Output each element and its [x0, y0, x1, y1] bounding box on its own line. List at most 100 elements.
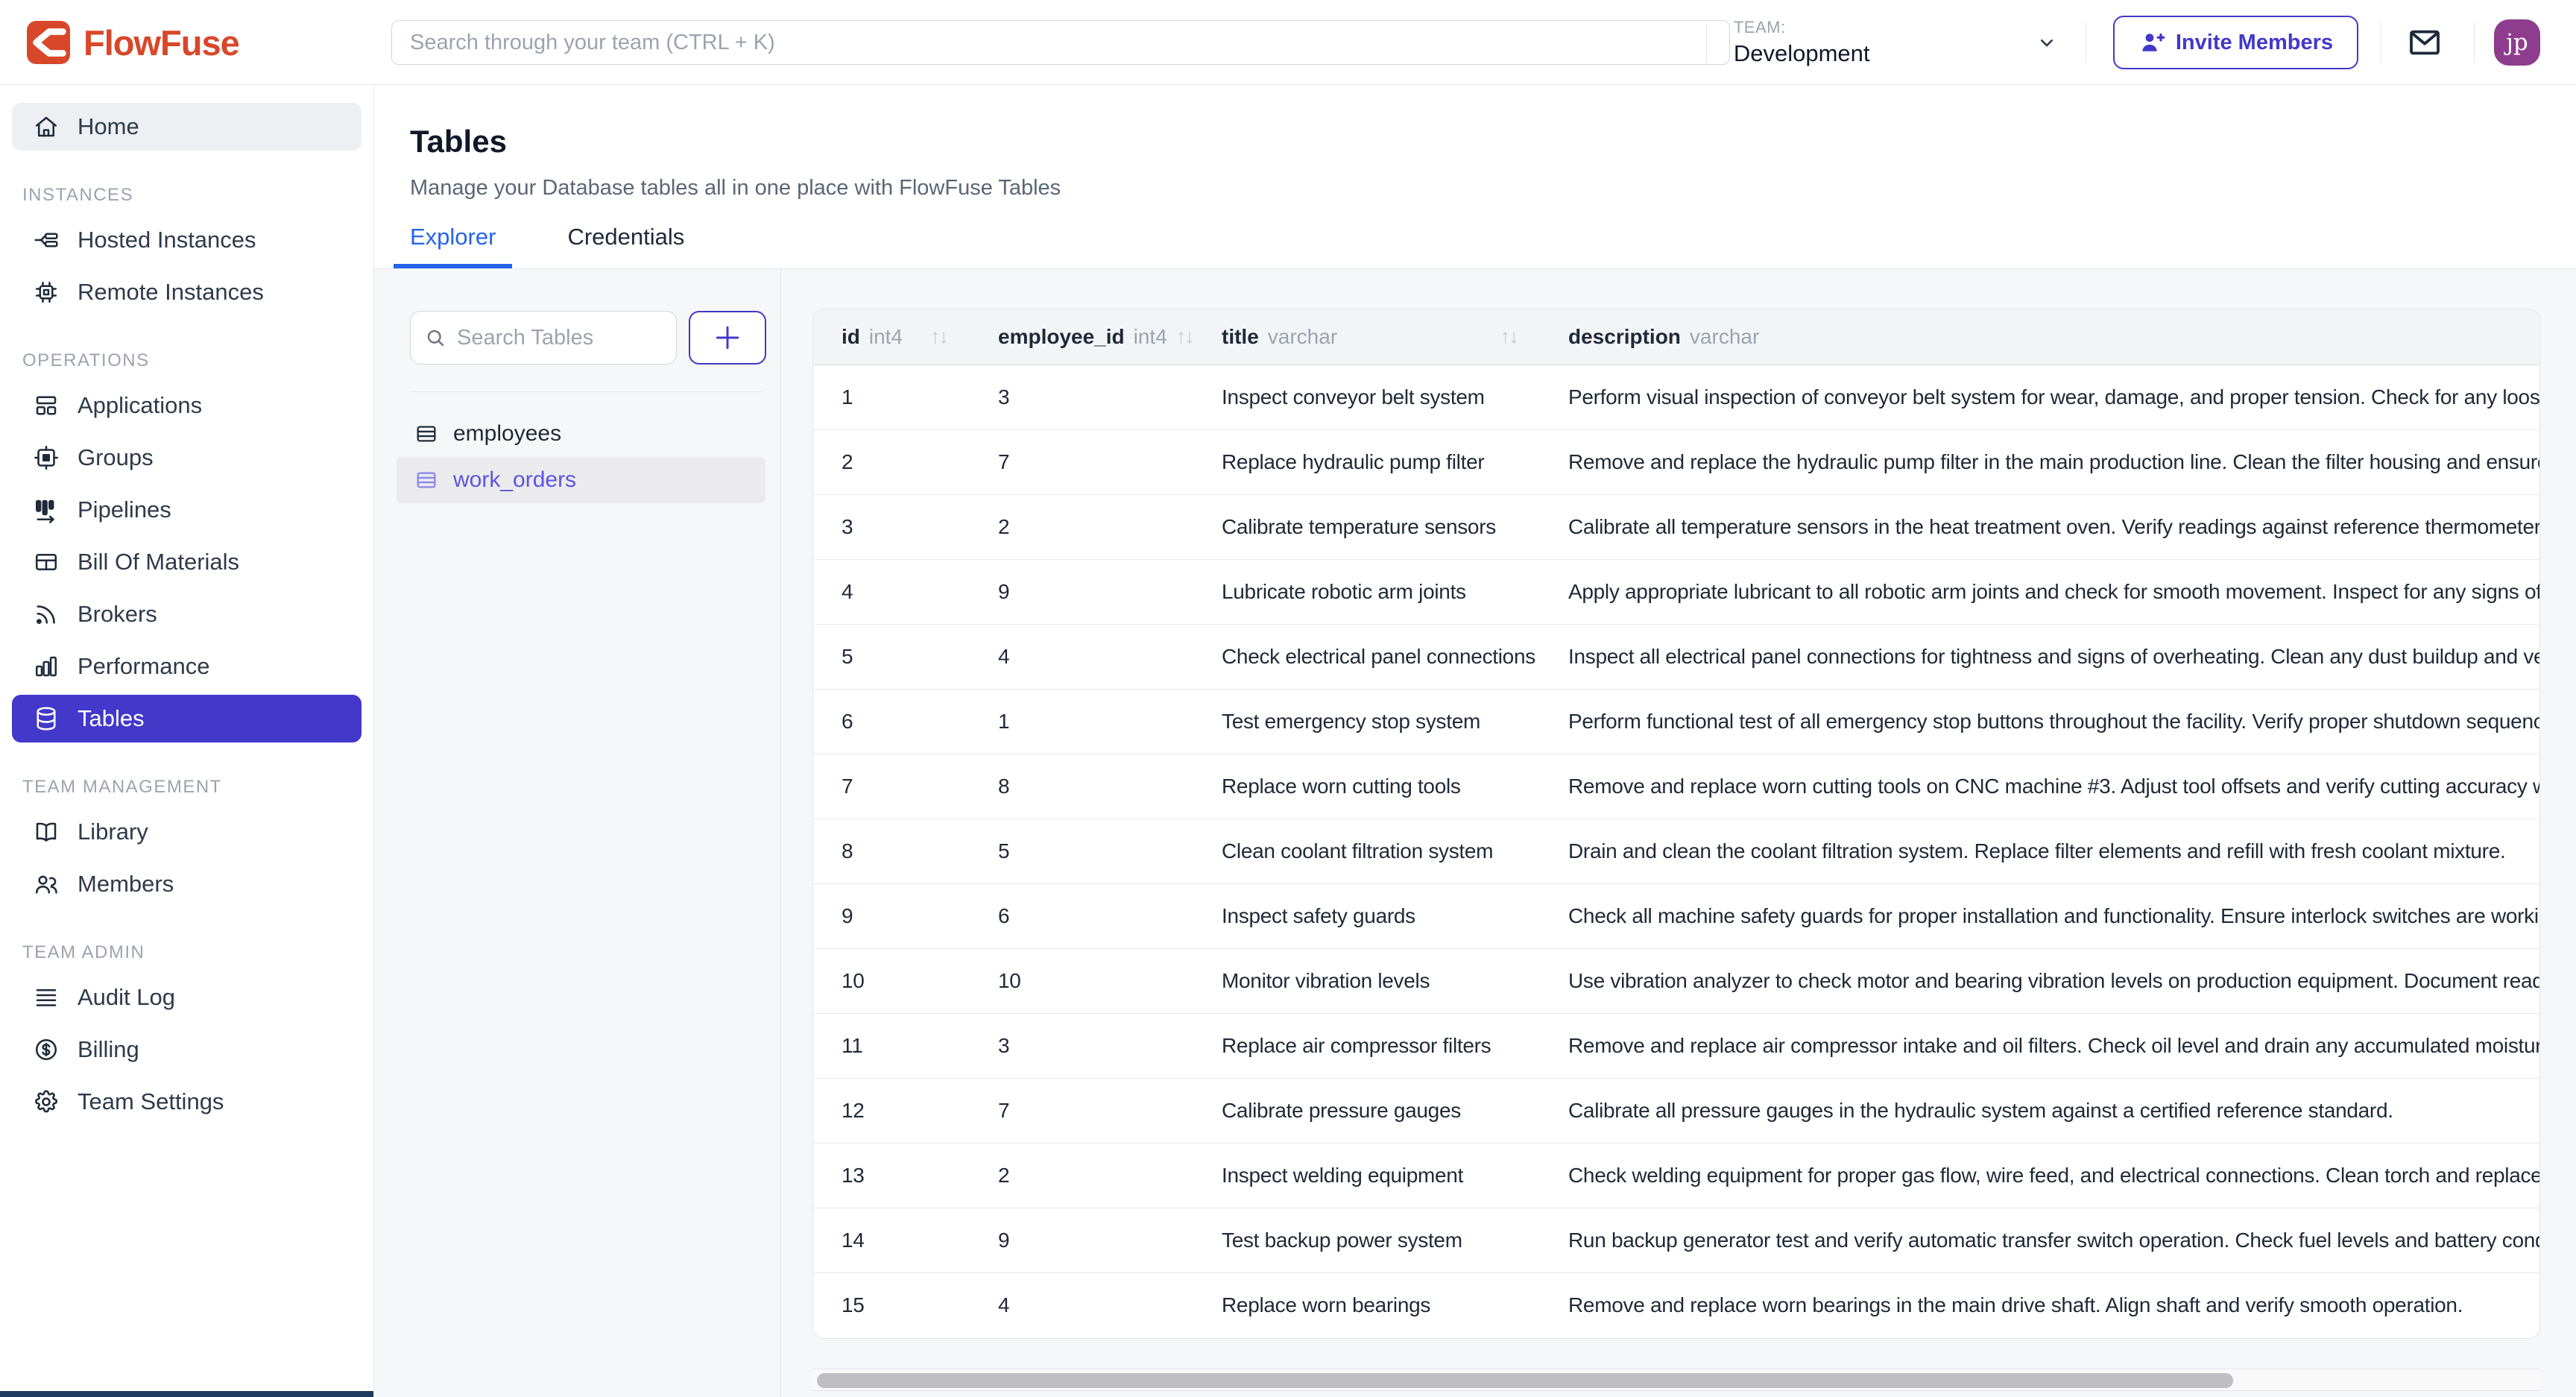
column-header-title[interactable]: titlevarchar↑↓ — [1193, 309, 1540, 365]
table-row[interactable]: 54Check electrical panel connectionsInsp… — [813, 624, 2540, 689]
data-table: idint4↑↓employee_idint4↑↓titlevarchar↑↓d… — [813, 309, 2540, 1337]
cell-employee-id: 2 — [970, 1143, 1193, 1208]
sidebar-item-brokers[interactable]: Brokers — [12, 590, 362, 638]
flowfuse-logo-text: FlowFuse — [83, 22, 239, 63]
sidebar-item-billing[interactable]: Billing — [12, 1026, 362, 1073]
mail-icon[interactable] — [2407, 25, 2443, 60]
table-row[interactable]: 61Test emergency stop systemPerform func… — [813, 689, 2540, 754]
cell-employee-id: 2 — [970, 494, 1193, 559]
table-list-item-employees[interactable]: employees — [397, 411, 765, 457]
performance-icon — [33, 653, 60, 680]
cell-employee-id: 9 — [970, 1208, 1193, 1273]
cell-id: 6 — [813, 689, 970, 754]
sidebar-item-hosted-instances[interactable]: Hosted Instances — [12, 216, 362, 264]
table-row[interactable]: 127Calibrate pressure gaugesCalibrate al… — [813, 1078, 2540, 1143]
cell-employee-id: 4 — [970, 624, 1193, 689]
sidebar-item-applications[interactable]: Applications — [12, 382, 362, 429]
sort-icon[interactable]: ↑↓ — [1500, 325, 1518, 348]
table-list-item-work-orders[interactable]: work_orders — [397, 457, 765, 503]
table-row[interactable]: 78Replace worn cutting toolsRemove and r… — [813, 754, 2540, 819]
page-title: Tables — [410, 124, 507, 160]
column-name: title — [1222, 325, 1259, 349]
tab-credentials[interactable]: Credentials — [551, 213, 701, 268]
sidebar-item-home[interactable]: Home — [12, 103, 362, 151]
table-row[interactable]: 113Replace air compressor filtersRemove … — [813, 1013, 2540, 1078]
column-header-employee-id[interactable]: employee_idint4↑↓ — [970, 309, 1193, 365]
search-tables-box — [410, 311, 677, 365]
search-tables-input[interactable] — [457, 326, 664, 350]
invite-members-label: Invite Members — [2176, 31, 2333, 55]
sidebar-item-bill-of-materials[interactable]: Bill Of Materials — [12, 538, 362, 586]
cell-id: 5 — [813, 624, 970, 689]
table-row[interactable]: 96Inspect safety guardsCheck all machine… — [813, 883, 2540, 948]
column-header-content: descriptionvarchar — [1540, 325, 2540, 349]
tab-explorer[interactable]: Explorer — [394, 213, 512, 268]
cell-title: Monitor vibration levels — [1193, 948, 1540, 1013]
column-name: id — [842, 325, 860, 349]
table-row[interactable]: 27Replace hydraulic pump filterRemove an… — [813, 429, 2540, 494]
sidebar-item-pipelines[interactable]: Pipelines — [12, 486, 362, 534]
cell-employee-id: 10 — [970, 948, 1193, 1013]
table-row[interactable]: 149Test backup power systemRun backup ge… — [813, 1208, 2540, 1273]
sidebar-item-label: Library — [78, 819, 148, 845]
cell-title: Inspect conveyor belt system — [1193, 365, 1540, 429]
table-row[interactable]: 1010Monitor vibration levelsUse vibratio… — [813, 948, 2540, 1013]
chevron-down-icon — [2035, 31, 2059, 54]
pipelines-icon — [33, 496, 60, 523]
cell-description: Inspect all electrical panel connections… — [1540, 624, 2540, 689]
team-name: Development — [1734, 40, 1870, 67]
cell-title: Lubricate robotic arm joints — [1193, 559, 1540, 624]
team-selector[interactable]: TEAM: Development — [1707, 18, 2059, 67]
cell-id: 12 — [813, 1078, 970, 1143]
sort-icon[interactable]: ↑↓ — [930, 325, 947, 348]
cell-employee-id: 8 — [970, 754, 1193, 819]
table-icon — [414, 468, 438, 492]
sidebar-item-team-settings[interactable]: Team Settings — [12, 1078, 362, 1126]
sidebar-item-library[interactable]: Library — [12, 808, 362, 856]
column-header-id[interactable]: id int4 ↑↓ — [813, 309, 970, 365]
flowfuse-logo[interactable]: FlowFuse — [27, 0, 239, 85]
hosted-instance-icon — [33, 227, 60, 253]
page-subtitle: Manage your Database tables all in one p… — [410, 176, 1061, 201]
table-row[interactable]: 49Lubricate robotic arm jointsApply appr… — [813, 559, 2540, 624]
cell-id: 2 — [813, 429, 970, 494]
cell-id: 10 — [813, 948, 970, 1013]
plus-icon — [711, 321, 744, 354]
sidebar-item-groups[interactable]: Groups — [12, 434, 362, 482]
sidebar-item-label: Performance — [78, 653, 209, 680]
database-icon — [33, 705, 60, 732]
column-type: int4 — [869, 325, 903, 349]
invite-members-button[interactable]: Invite Members — [2113, 16, 2358, 69]
scrollbar-thumb[interactable] — [817, 1373, 2233, 1388]
table-row[interactable]: 32Calibrate temperature sensorsCalibrate… — [813, 494, 2540, 559]
sidebar-item-members[interactable]: Members — [12, 860, 362, 908]
table-row[interactable]: 85Clean coolant filtration systemDrain a… — [813, 819, 2540, 883]
sidebar-item-remote-instances[interactable]: Remote Instances — [12, 268, 362, 316]
sidebar-item-label: Brokers — [78, 601, 157, 628]
sidebar-item-performance[interactable]: Performance — [12, 643, 362, 690]
add-table-button[interactable] — [689, 311, 766, 365]
user-plus-icon — [2138, 29, 2165, 56]
sort-icon[interactable]: ↑↓ — [1176, 325, 1193, 348]
divider — [2474, 22, 2475, 63]
team-settings-icon — [33, 1088, 60, 1115]
cell-description: Check welding equipment for proper gas f… — [1540, 1143, 2540, 1208]
cell-title: Replace hydraulic pump filter — [1193, 429, 1540, 494]
table-row[interactable]: 154Replace worn bearingsRemove and repla… — [813, 1273, 2540, 1337]
cell-id: 14 — [813, 1208, 970, 1273]
sidebar-section-label: TEAM ADMIN — [22, 942, 373, 963]
horizontal-scrollbar[interactable] — [812, 1369, 2540, 1391]
sidebar-section-label: TEAM MANAGEMENT — [22, 777, 373, 798]
cell-employee-id: 7 — [970, 1078, 1193, 1143]
user-avatar[interactable]: jp — [2494, 19, 2540, 66]
sidebar-item-label: Home — [78, 113, 139, 140]
cell-description: Apply appropriate lubricant to all robot… — [1540, 559, 2540, 624]
sidebar-item-tables[interactable]: Tables — [12, 695, 362, 742]
sidebar-item-audit-log[interactable]: Audit Log — [12, 974, 362, 1021]
global-search-input[interactable] — [391, 20, 1730, 65]
column-header-content: employee_idint4↑↓ — [970, 325, 1193, 349]
table-row[interactable]: 132Inspect welding equipmentCheck weldin… — [813, 1143, 2540, 1208]
cell-title: Clean coolant filtration system — [1193, 819, 1540, 883]
table-row[interactable]: 13Inspect conveyor belt systemPerform vi… — [813, 365, 2540, 429]
cell-description: Remove and replace the hydraulic pump fi… — [1540, 429, 2540, 494]
